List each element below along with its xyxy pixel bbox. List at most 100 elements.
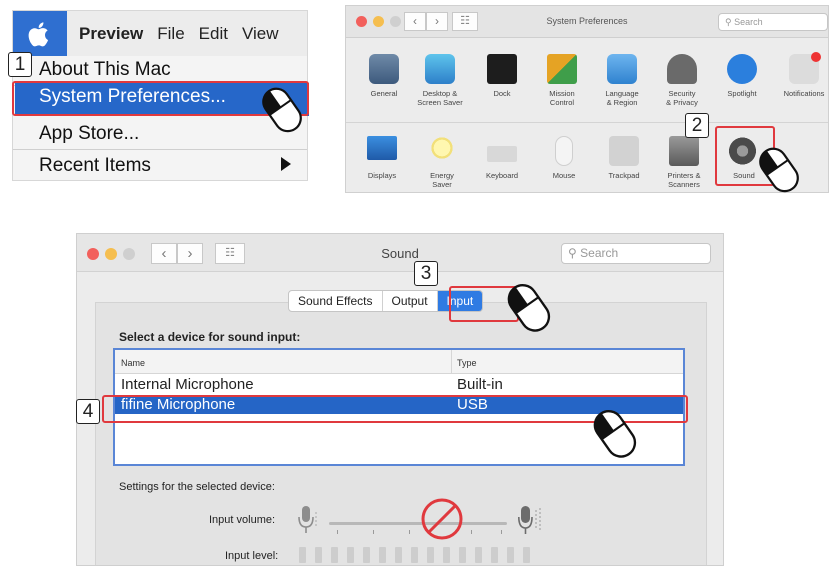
column-header-type[interactable]: Type bbox=[457, 358, 477, 368]
input-volume-slider[interactable] bbox=[329, 522, 507, 525]
window-titlebar: ‹ › ☷ Sound ⚲ Search bbox=[77, 234, 723, 272]
mic-high-icon bbox=[518, 506, 541, 534]
input-level-label: Input level: bbox=[225, 550, 279, 562]
step-number-2: 2 bbox=[685, 113, 709, 138]
mission-control-icon bbox=[547, 54, 577, 84]
displays-monitor-icon bbox=[367, 136, 397, 160]
search-input[interactable]: ⚲ Search bbox=[718, 13, 828, 31]
mouse-click-icon bbox=[759, 147, 799, 193]
input-level-segment bbox=[427, 547, 434, 563]
device-type: Built-in bbox=[457, 376, 503, 393]
pref-label: Displays bbox=[367, 171, 397, 180]
pref-general[interactable]: General bbox=[354, 54, 414, 98]
tab-output[interactable]: Output bbox=[383, 291, 438, 311]
step-number-4: 4 bbox=[76, 399, 100, 424]
apple-logo-icon bbox=[28, 21, 49, 46]
spotlight-icon bbox=[727, 54, 757, 84]
slider-tick bbox=[373, 530, 374, 534]
slider-tick bbox=[409, 530, 410, 534]
row-divider bbox=[346, 122, 828, 123]
security-house-icon bbox=[667, 54, 697, 84]
mic-low-icon bbox=[298, 506, 317, 533]
input-level-segment bbox=[507, 547, 514, 563]
mouse-click-icon bbox=[593, 410, 637, 458]
input-level-segment bbox=[299, 547, 306, 563]
input-level-segment bbox=[459, 547, 466, 563]
input-level-segment bbox=[523, 547, 530, 563]
pref-security-privacy[interactable]: Security & Privacy bbox=[652, 54, 712, 107]
pref-label: Notifications bbox=[783, 89, 825, 98]
pref-trackpad[interactable]: Trackpad bbox=[594, 136, 654, 180]
search-icon: ⚲ bbox=[568, 246, 577, 260]
input-level-segment bbox=[363, 547, 370, 563]
desktop-icon bbox=[425, 54, 455, 84]
pref-mission-control[interactable]: Mission Control bbox=[532, 54, 592, 107]
pref-label: Mission Control bbox=[549, 89, 575, 107]
pref-spotlight[interactable]: Spotlight bbox=[712, 54, 772, 98]
keyboard-icon bbox=[487, 146, 517, 162]
input-level-segment bbox=[379, 547, 386, 563]
column-header-name[interactable]: Name bbox=[121, 358, 145, 368]
pref-keyboard[interactable]: Keyboard bbox=[472, 136, 532, 180]
printer-icon bbox=[669, 136, 699, 166]
pref-label: Mouse bbox=[552, 171, 576, 180]
search-icon: ⚲ bbox=[725, 17, 732, 27]
menu-item-about-this-mac[interactable]: About This Mac bbox=[39, 59, 171, 81]
select-device-label: Select a device for sound input: bbox=[119, 330, 301, 344]
pref-mouse[interactable]: Mouse bbox=[534, 136, 594, 180]
pref-energy-saver[interactable]: Energy Saver bbox=[412, 136, 472, 189]
input-level-segment bbox=[331, 547, 338, 563]
input-level-segment bbox=[347, 547, 354, 563]
mouse-icon bbox=[555, 136, 573, 166]
general-icon bbox=[369, 54, 399, 84]
table-row[interactable]: Internal Microphone Built-in bbox=[115, 375, 683, 394]
menu-item-recent-items[interactable]: Recent Items bbox=[39, 155, 151, 177]
menubar-edit[interactable]: Edit bbox=[199, 24, 228, 44]
pref-desktop-screen-saver[interactable]: Desktop & Screen Saver bbox=[410, 54, 470, 107]
menu-separator bbox=[13, 149, 307, 150]
input-level-segment bbox=[475, 547, 482, 563]
pref-language-region[interactable]: Language & Region bbox=[592, 54, 652, 107]
slider-tick bbox=[501, 530, 502, 534]
tab-sound-effects[interactable]: Sound Effects bbox=[289, 291, 383, 311]
energy-bulb-icon bbox=[427, 136, 457, 166]
pref-label: Dock bbox=[493, 89, 511, 98]
input-level-segment bbox=[443, 547, 450, 563]
dock-icon bbox=[487, 54, 517, 84]
language-flag-icon bbox=[607, 54, 637, 84]
slider-tick bbox=[337, 530, 338, 534]
search-input[interactable]: ⚲ Search bbox=[561, 243, 711, 264]
pref-label: Language & Region bbox=[605, 89, 639, 107]
pref-displays[interactable]: Displays bbox=[352, 136, 412, 180]
mouse-click-icon bbox=[262, 87, 302, 133]
pref-notifications[interactable]: Notifications bbox=[774, 52, 828, 98]
pref-printers-scanners[interactable]: Printers & Scanners bbox=[654, 136, 714, 189]
apple-menu-button[interactable] bbox=[13, 11, 67, 56]
slider-tick bbox=[471, 530, 472, 534]
input-volume-label: Input volume: bbox=[209, 514, 276, 526]
input-level-segment bbox=[315, 547, 322, 563]
notifications-icon bbox=[789, 52, 821, 84]
menu-item-app-store[interactable]: App Store... bbox=[39, 123, 139, 145]
search-placeholder: Search bbox=[580, 246, 619, 260]
menubar-preview[interactable]: Preview bbox=[79, 24, 143, 44]
table-header: Name Type bbox=[115, 350, 683, 374]
pref-label: Desktop & Screen Saver bbox=[417, 89, 463, 107]
menubar-view[interactable]: View bbox=[242, 24, 279, 44]
prohibited-icon bbox=[421, 498, 463, 540]
input-level-segment bbox=[395, 547, 402, 563]
step-number-3: 3 bbox=[414, 261, 438, 286]
menubar-file[interactable]: File bbox=[157, 24, 184, 44]
step-number-1: 1 bbox=[8, 52, 32, 77]
pref-label: Printers & Scanners bbox=[667, 171, 701, 189]
mouse-click-icon bbox=[507, 284, 551, 332]
pref-label: Energy Saver bbox=[430, 171, 454, 189]
device-name: Internal Microphone bbox=[121, 376, 254, 393]
notification-badge-icon bbox=[811, 52, 821, 62]
pref-label: Spotlight bbox=[727, 89, 757, 98]
pref-label: Keyboard bbox=[485, 171, 519, 180]
settings-label: Settings for the selected device: bbox=[119, 481, 275, 493]
search-placeholder: Search bbox=[734, 17, 763, 27]
pref-dock[interactable]: Dock bbox=[472, 54, 532, 98]
pref-label: Trackpad bbox=[608, 171, 640, 180]
